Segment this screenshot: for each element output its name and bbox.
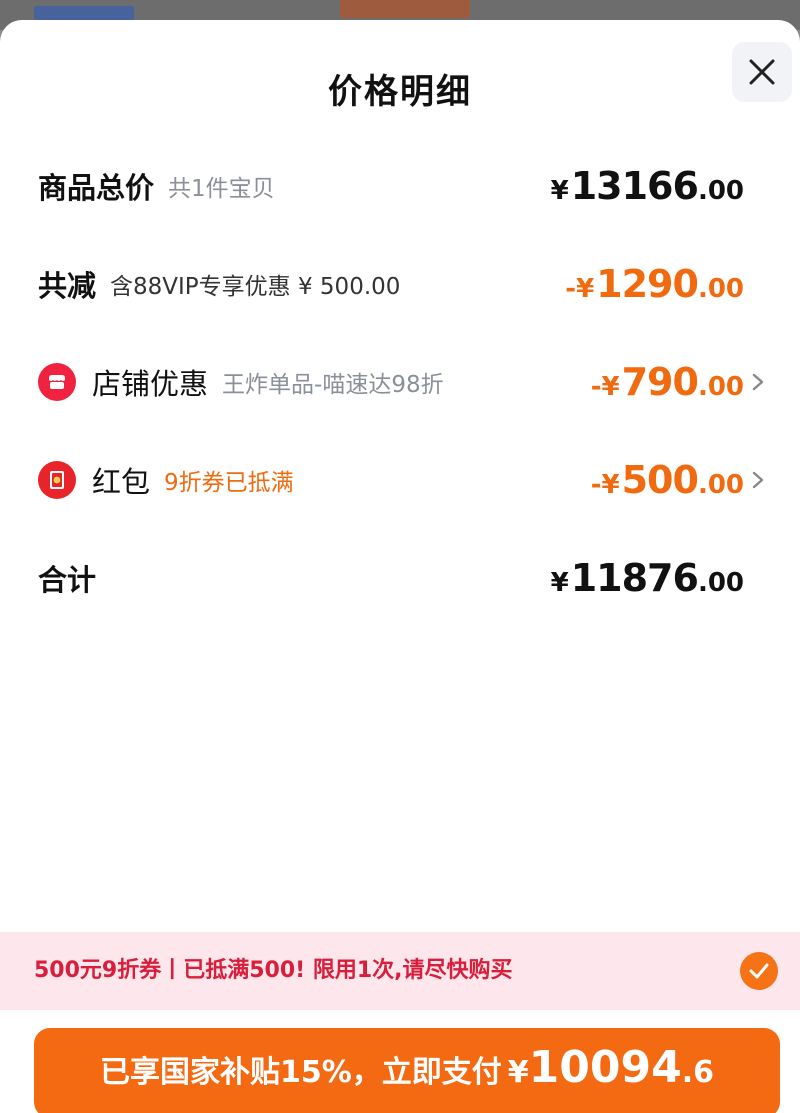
close-icon xyxy=(749,59,775,85)
coupon-notice-text: 500元9折券丨已抵满500! 限用1次,请尽快购买 xyxy=(34,958,513,983)
row-discount: 共减 含88VIP专享优惠 ¥ 500.00 -¥ 1290.00 xyxy=(0,254,800,314)
row-subtotal: 商品总价 共1件宝贝 ¥13166.00 xyxy=(0,156,800,216)
pay-button-currency: ¥ xyxy=(507,1055,529,1090)
chevron-right-icon[interactable] xyxy=(748,468,768,492)
discount-amount: -¥ 1290.00 xyxy=(565,262,744,306)
row-red-packet[interactable]: 红包 9折券已抵满 -¥ 500.00 xyxy=(0,450,800,510)
red-packet-icon xyxy=(38,461,76,499)
discount-label: 共减 xyxy=(38,269,97,303)
check-icon xyxy=(749,963,769,979)
subtotal-amount: ¥13166.00 xyxy=(550,164,744,208)
row-shop-promo[interactable]: 店铺优惠 王炸单品-喵速达98折 -¥ 790.00 xyxy=(0,352,800,412)
background-price xyxy=(340,0,470,18)
red-packet-label: 红包 xyxy=(92,465,151,499)
chevron-right-icon[interactable] xyxy=(748,370,768,394)
pay-button-amount: 10094 xyxy=(528,1042,682,1093)
discount-note: 含88VIP专享优惠 ¥ 500.00 xyxy=(110,274,401,300)
pay-button-decimal: .6 xyxy=(681,1055,715,1090)
shop-promo-amount: -¥ 790.00 xyxy=(590,360,744,404)
shop-promo-note: 王炸单品-喵速达98折 xyxy=(222,372,444,398)
total-amount: ¥11876.00 xyxy=(550,556,744,600)
price-detail-sheet: 价格明细 商品总价 共1件宝贝 ¥13166.00 共减 含88VIP专享优惠 … xyxy=(0,20,800,1113)
total-label: 合计 xyxy=(38,563,97,597)
row-total: 合计 ¥11876.00 xyxy=(0,548,800,608)
pay-button[interactable]: 已享国家补贴15%，立即支付 ¥ 10094 .6 xyxy=(34,1028,780,1113)
shop-promo-label: 店铺优惠 xyxy=(92,367,209,401)
coupon-checkbox[interactable] xyxy=(740,952,778,990)
sheet-title: 价格明细 xyxy=(328,72,472,112)
background-tag xyxy=(34,6,134,20)
coupon-notice-bar: 500元9折券丨已抵满500! 限用1次,请尽快购买 xyxy=(0,932,800,1010)
pay-button-label: 已享国家补贴15%，立即支付 xyxy=(99,1055,502,1090)
red-packet-note: 9折券已抵满 xyxy=(164,470,294,496)
subtotal-note: 共1件宝贝 xyxy=(168,176,275,202)
red-packet-amount: -¥ 500.00 xyxy=(590,458,744,502)
subtotal-label: 商品总价 xyxy=(38,171,155,205)
shop-icon xyxy=(38,363,76,401)
close-button[interactable] xyxy=(732,42,792,102)
